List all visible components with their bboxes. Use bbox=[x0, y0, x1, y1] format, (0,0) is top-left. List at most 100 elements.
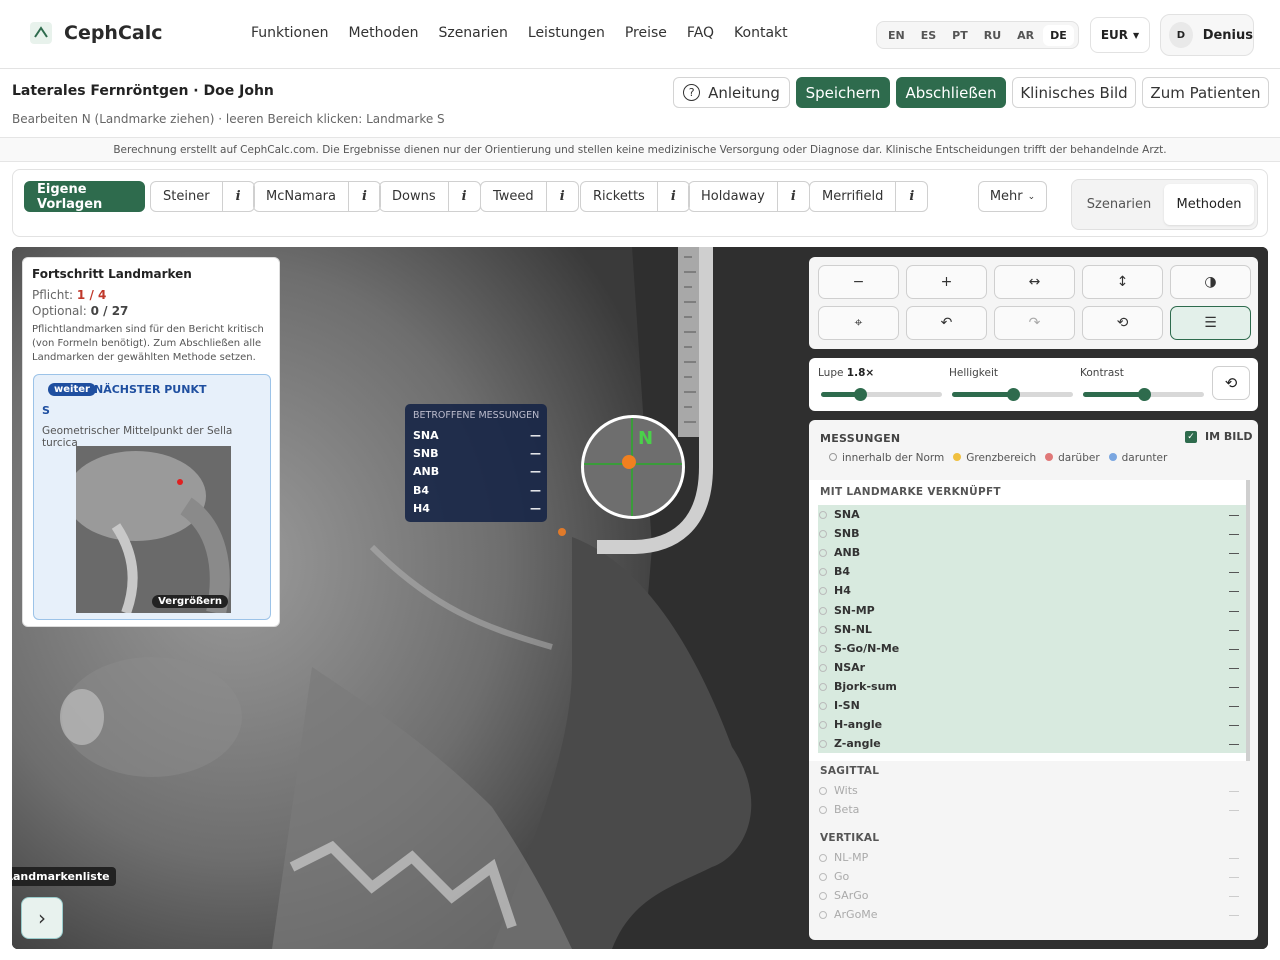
method-holdaway[interactable]: Holdaway i bbox=[688, 181, 810, 212]
measurement-name: Beta bbox=[834, 803, 860, 816]
display-settings-button[interactable]: ☰ bbox=[1170, 306, 1251, 340]
invert-button[interactable]: ◑ bbox=[1170, 265, 1251, 299]
measurement-value bbox=[1229, 610, 1239, 612]
nav-link[interactable]: Preise bbox=[625, 25, 667, 41]
measurement-row[interactable]: SN-MP bbox=[819, 602, 1245, 621]
tab-scenarios[interactable]: Szenarien bbox=[1076, 184, 1162, 225]
currency-select[interactable]: EUR ▼ bbox=[1090, 17, 1150, 53]
measurement-row[interactable]: Bjork-sum bbox=[819, 678, 1245, 697]
mode-segmented-control: Szenarien Methoden bbox=[1071, 179, 1258, 230]
flip-vertical-button[interactable]: ↕ bbox=[1082, 265, 1163, 299]
measurement-row[interactable]: NSAr bbox=[819, 659, 1245, 678]
lang-de[interactable]: DE bbox=[1043, 24, 1074, 46]
guide-button[interactable]: ? Anleitung bbox=[673, 77, 790, 108]
flip-horizontal-button[interactable]: ↔ bbox=[994, 265, 1075, 299]
measurement-row[interactable]: H4 bbox=[819, 582, 1245, 601]
info-icon[interactable]: i bbox=[545, 182, 578, 211]
calibrate-button[interactable]: ⌖ bbox=[818, 306, 899, 340]
next-point-name: S bbox=[42, 404, 50, 417]
lang-pt[interactable]: PT bbox=[945, 25, 975, 46]
measurement-row[interactable]: SNB bbox=[819, 525, 1245, 544]
avatar: D bbox=[1169, 22, 1193, 48]
lang-ru[interactable]: RU bbox=[977, 25, 1008, 46]
reset-sliders-button[interactable]: ⟲ bbox=[1212, 366, 1250, 400]
nav-link[interactable]: Leistungen bbox=[528, 25, 605, 41]
info-icon[interactable]: i bbox=[776, 182, 809, 211]
brightness-slider[interactable] bbox=[952, 388, 1073, 401]
zoom-out-button[interactable]: − bbox=[818, 265, 899, 299]
measurement-row[interactable]: B4 bbox=[819, 563, 1245, 582]
info-icon[interactable]: i bbox=[895, 182, 927, 211]
landmark-list-toggle[interactable]: › bbox=[21, 897, 63, 939]
to-patient-button[interactable]: Zum Patienten bbox=[1142, 77, 1269, 108]
enlarge-button[interactable]: Vergrößern bbox=[152, 595, 228, 608]
method-steiner[interactable]: Steiner i bbox=[150, 181, 255, 212]
measurement-row[interactable]: ANB bbox=[819, 544, 1245, 563]
affected-row: SNB — bbox=[413, 447, 541, 460]
lang-es[interactable]: ES bbox=[914, 25, 943, 46]
measurement-row[interactable]: I-SN bbox=[819, 697, 1245, 716]
measurement-row[interactable]: H-angle bbox=[819, 716, 1245, 735]
more-methods-button[interactable]: Mehr ⌄ bbox=[978, 181, 1047, 212]
help-icon: ? bbox=[683, 84, 701, 101]
finish-button[interactable]: Abschließen bbox=[896, 77, 1006, 108]
logo[interactable]: CephCalc bbox=[30, 22, 163, 44]
affected-value: — bbox=[530, 502, 541, 515]
legend-item: darunter bbox=[1108, 452, 1167, 464]
info-icon[interactable]: i bbox=[447, 182, 480, 211]
zoom-in-button[interactable]: + bbox=[906, 265, 987, 299]
method-tweed[interactable]: Tweed i bbox=[480, 181, 579, 212]
user-menu[interactable]: D Denius bbox=[1160, 14, 1254, 56]
affected-name: SNB bbox=[413, 447, 439, 460]
lang-en[interactable]: EN bbox=[881, 25, 912, 46]
measurement-value bbox=[1229, 553, 1239, 555]
measurement-row[interactable]: Z-angle bbox=[819, 735, 1245, 754]
app-name: CephCalc bbox=[64, 22, 163, 44]
method-label: McNamara bbox=[266, 189, 336, 204]
info-icon[interactable]: i bbox=[221, 182, 254, 211]
nav-link[interactable]: FAQ bbox=[687, 25, 714, 41]
tab-methods[interactable]: Methoden bbox=[1164, 184, 1254, 225]
affected-name: H4 bbox=[413, 502, 430, 515]
measurement-row[interactable]: Go bbox=[819, 868, 1245, 887]
measurement-row[interactable]: Beta bbox=[819, 801, 1245, 820]
contrast-slider[interactable] bbox=[1083, 388, 1204, 401]
own-templates-button[interactable]: Eigene Vorlagen bbox=[24, 181, 145, 212]
info-icon[interactable]: i bbox=[656, 182, 689, 211]
lang-ar[interactable]: AR bbox=[1010, 25, 1041, 46]
affected-title: BETROFFENE MESSUNGEN bbox=[413, 410, 540, 421]
nav-link[interactable]: Methoden bbox=[348, 25, 418, 41]
clinical-image-button[interactable]: Klinisches Bild bbox=[1012, 77, 1136, 108]
measurement-value bbox=[1229, 515, 1239, 516]
measurement-row[interactable]: NL-MP bbox=[819, 849, 1245, 868]
nav-link[interactable]: Funktionen bbox=[251, 25, 328, 41]
in-image-toggle[interactable]: ✓ IM BILD bbox=[1185, 430, 1253, 443]
measurement-name: SN-MP bbox=[834, 603, 875, 617]
info-icon[interactable]: i bbox=[348, 182, 380, 211]
method-ricketts[interactable]: Ricketts i bbox=[580, 181, 690, 212]
affected-name: SNA bbox=[413, 429, 439, 442]
method-downs[interactable]: Downs i bbox=[379, 181, 481, 212]
method-mcnamara[interactable]: McNamara i bbox=[253, 181, 381, 212]
reset-view-button[interactable]: ⟲ bbox=[1082, 306, 1163, 340]
status-dot bbox=[819, 568, 827, 577]
undo-button[interactable]: ↶ bbox=[906, 306, 987, 340]
landmark-marker[interactable] bbox=[622, 455, 636, 469]
measurement-row[interactable]: SNA bbox=[819, 506, 1245, 525]
nav-link[interactable]: Szenarien bbox=[438, 25, 507, 41]
method-merrifield[interactable]: Merrifield i bbox=[809, 181, 929, 212]
scrollbar[interactable] bbox=[1246, 480, 1250, 761]
reference-thumbnail[interactable]: Vergrößern bbox=[76, 446, 231, 613]
lupe-slider[interactable] bbox=[821, 388, 942, 401]
measurement-name: NSAr bbox=[834, 660, 866, 674]
nav-link[interactable]: Kontakt bbox=[734, 25, 788, 41]
measurement-row[interactable]: Wits bbox=[819, 782, 1245, 801]
redo-button[interactable]: ↷ bbox=[994, 306, 1075, 340]
measurement-row[interactable]: SN-NL bbox=[819, 621, 1245, 640]
own-templates-label: Eigene Vorlagen bbox=[37, 181, 103, 212]
measurement-row[interactable]: ArGoMe bbox=[819, 906, 1245, 925]
save-button[interactable]: Speichern bbox=[796, 77, 890, 108]
measurement-row[interactable]: SArGo bbox=[819, 887, 1245, 906]
status-dot bbox=[819, 587, 827, 596]
measurement-row[interactable]: S-Go/N-Me bbox=[819, 640, 1245, 659]
